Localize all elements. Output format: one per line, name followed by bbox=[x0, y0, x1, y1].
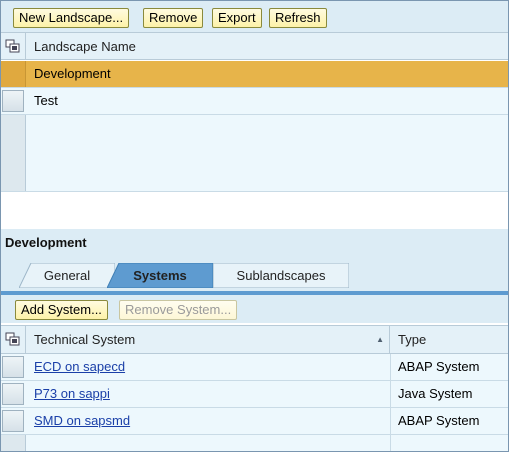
table-row[interactable]: SMD on sapsmd ABAP System bbox=[1, 408, 508, 435]
select-all-icon[interactable] bbox=[5, 332, 21, 346]
system-cell: P73 on sappi bbox=[26, 381, 110, 407]
landscape-window: New Landscape... Remove Export Refresh L… bbox=[0, 0, 509, 452]
select-all-icon[interactable] bbox=[5, 39, 21, 53]
technical-system-header-label: Technical System bbox=[34, 332, 136, 347]
tab-systems[interactable]: Systems bbox=[107, 263, 213, 288]
systems-toolbar: Add System... Remove System... bbox=[1, 295, 508, 323]
landscape-name-cell: Test bbox=[34, 93, 58, 108]
column-divider bbox=[390, 435, 391, 451]
row-selector[interactable] bbox=[1, 61, 26, 87]
systems-table-header: Technical System ▲ Type bbox=[1, 325, 508, 354]
landscape-name-header[interactable]: Landscape Name bbox=[26, 33, 136, 60]
row-selector[interactable] bbox=[2, 90, 24, 112]
landscape-toolbar: New Landscape... Remove Export Refresh bbox=[1, 1, 508, 32]
table-row[interactable]: Development bbox=[1, 61, 508, 88]
system-link[interactable]: P73 on sappi bbox=[34, 386, 110, 401]
type-cell: ABAP System bbox=[398, 359, 480, 374]
tab-strip: General Systems Sublandscapes bbox=[1, 257, 508, 294]
row-selector[interactable] bbox=[2, 356, 24, 378]
tab-label: Sublandscapes bbox=[236, 268, 326, 283]
new-landscape-button[interactable]: New Landscape... bbox=[13, 8, 130, 28]
row-selector bbox=[1, 435, 26, 451]
landscape-name-cell: Development bbox=[34, 66, 111, 81]
select-all-cell[interactable] bbox=[1, 33, 26, 60]
row-selector[interactable] bbox=[2, 410, 24, 432]
tab-general[interactable]: General bbox=[19, 263, 115, 288]
detail-title: Development bbox=[1, 229, 508, 257]
system-link[interactable]: ECD on sapecd bbox=[34, 359, 125, 374]
system-cell: SMD on sapsmd bbox=[26, 408, 130, 434]
empty-row bbox=[1, 165, 508, 192]
system-cell: ECD on sapecd bbox=[26, 354, 125, 380]
row-selector bbox=[1, 140, 26, 166]
empty-row bbox=[1, 115, 508, 142]
select-all-cell[interactable] bbox=[1, 326, 26, 353]
remove-button[interactable]: Remove bbox=[143, 8, 204, 28]
table-row[interactable]: Test bbox=[1, 88, 508, 115]
system-link[interactable]: SMD on sapsmd bbox=[34, 413, 130, 428]
refresh-button[interactable]: Refresh bbox=[269, 8, 327, 28]
row-selector[interactable] bbox=[2, 383, 24, 405]
landscape-table-header: Landscape Name bbox=[1, 32, 508, 60]
row-selector bbox=[1, 165, 26, 191]
remove-system-button[interactable]: Remove System... bbox=[119, 300, 238, 320]
add-system-button[interactable]: Add System... bbox=[15, 300, 108, 320]
tab-label: Systems bbox=[133, 268, 187, 283]
type-cell: ABAP System bbox=[398, 413, 480, 428]
row-selector bbox=[1, 115, 26, 141]
technical-system-header[interactable]: Technical System ▲ bbox=[26, 326, 390, 353]
empty-row bbox=[1, 140, 508, 167]
empty-row bbox=[1, 435, 508, 451]
table-row[interactable]: P73 on sappi Java System bbox=[1, 381, 508, 408]
export-button[interactable]: Export bbox=[212, 8, 262, 28]
type-cell: Java System bbox=[398, 386, 473, 401]
type-header[interactable]: Type bbox=[390, 326, 426, 353]
tab-label: General bbox=[43, 268, 91, 283]
tab-sublandscapes[interactable]: Sublandscapes bbox=[213, 263, 349, 288]
table-row[interactable]: ECD on sapecd ABAP System bbox=[1, 354, 508, 381]
sort-ascending-icon[interactable]: ▲ bbox=[376, 326, 384, 353]
